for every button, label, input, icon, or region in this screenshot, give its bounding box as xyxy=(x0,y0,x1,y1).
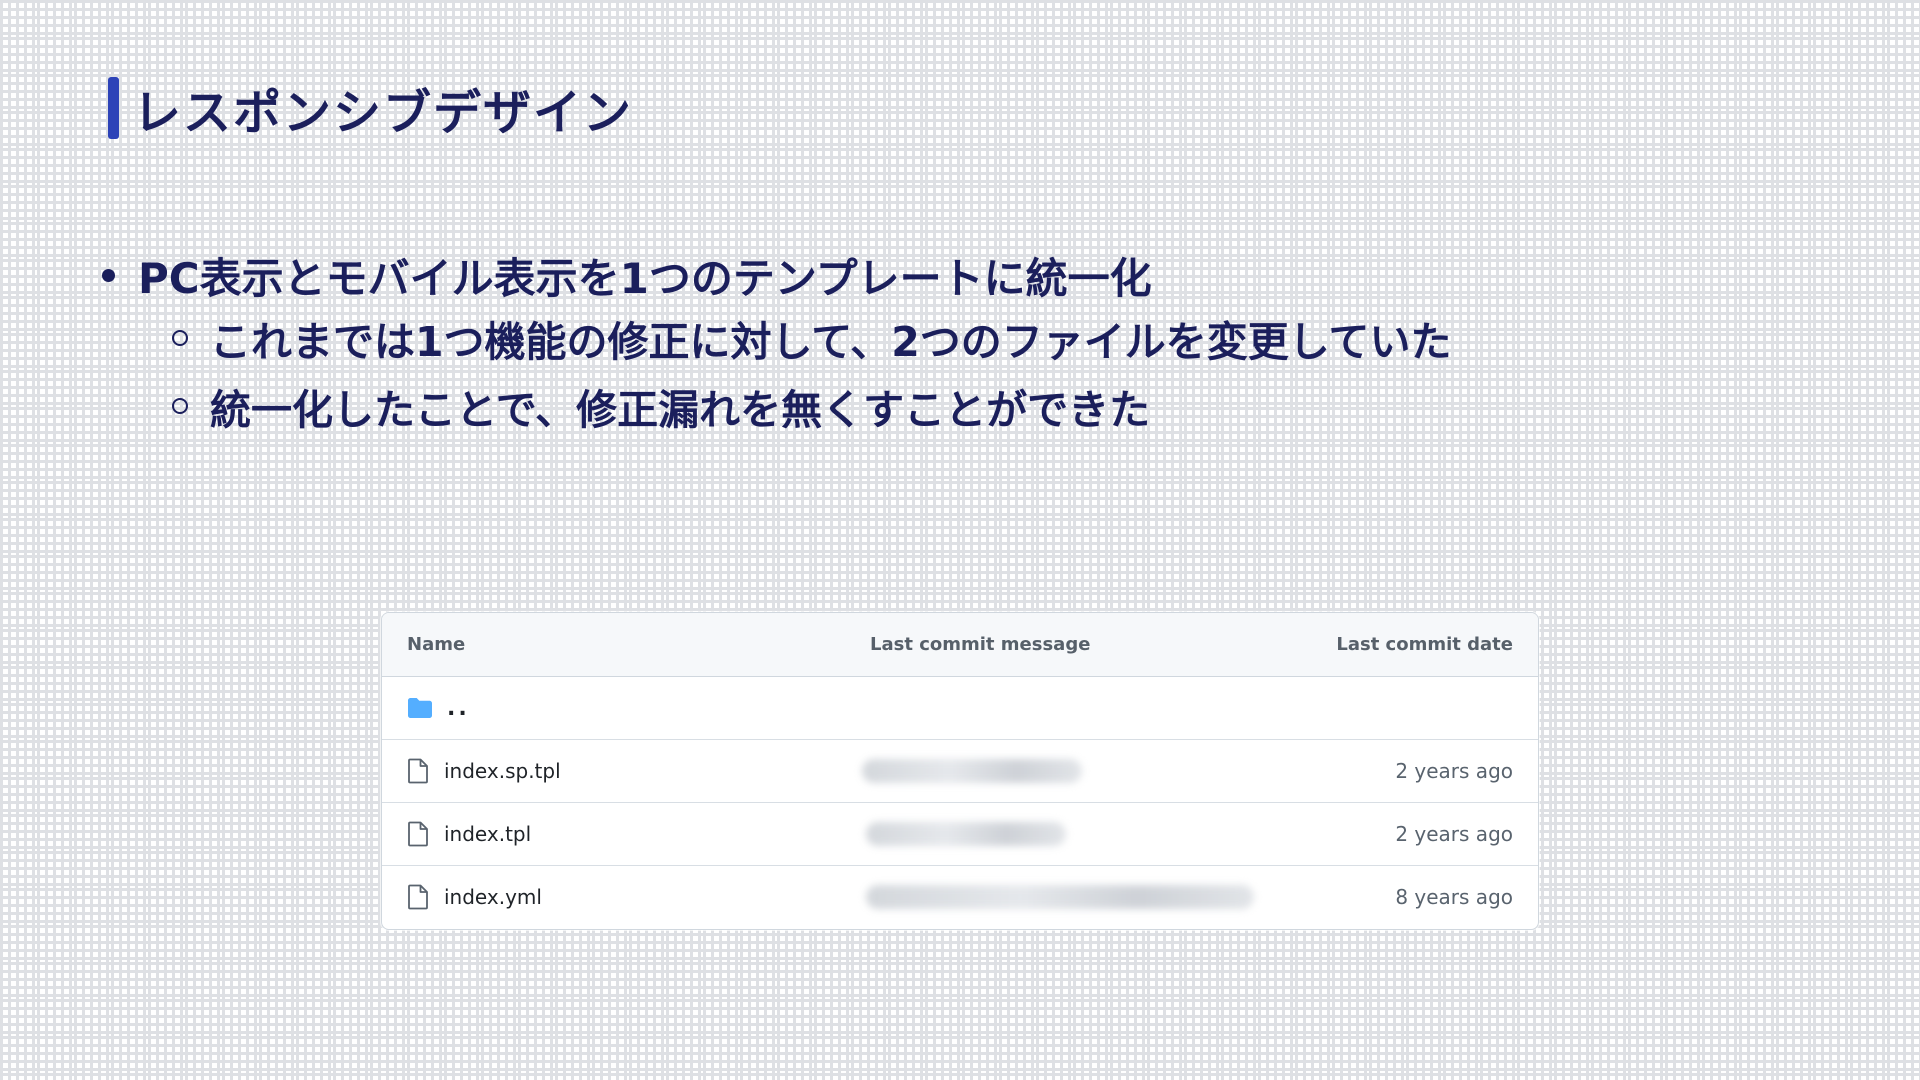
commit-message-redacted xyxy=(866,885,1254,909)
commit-message-redacted xyxy=(866,822,1066,846)
title-accent-bar xyxy=(108,77,119,139)
file-icon xyxy=(408,821,428,847)
file-icon xyxy=(408,758,428,784)
commit-date: 8 years ago xyxy=(1395,885,1513,909)
file-name-link[interactable]: index.yml xyxy=(444,885,542,909)
sub-bullet-ring xyxy=(172,398,188,414)
sub-bullet-ring xyxy=(172,330,188,346)
table-header: Name Last commit message Last commit dat… xyxy=(382,613,1538,677)
commit-message-redacted xyxy=(862,759,1082,783)
page-title: レスポンシブデザイン xyxy=(133,85,634,141)
column-header-date[interactable]: Last commit date xyxy=(1336,634,1513,655)
folder-icon xyxy=(408,698,432,718)
parent-directory-label: .. xyxy=(447,695,470,721)
commit-date: 2 years ago xyxy=(1395,822,1513,846)
file-name-cell: index.sp.tpl xyxy=(407,758,561,784)
column-header-message[interactable]: Last commit message xyxy=(870,634,1090,655)
sub-bullet-text: これまでは1つ機能の修正に対して、2つのファイルを変更していた xyxy=(210,318,1452,366)
file-name-cell: index.tpl xyxy=(407,821,531,847)
slide-title: レスポンシブデザイン xyxy=(108,76,634,141)
bullet-item: PC表示とモバイル表示を1つのテンプレートに統一化 xyxy=(100,246,1452,304)
commit-date: 2 years ago xyxy=(1395,759,1513,783)
file-table: Name Last commit message Last commit dat… xyxy=(381,612,1539,930)
sub-bullet-item: 統一化したことで、修正漏れを無くすことができた xyxy=(172,372,1452,440)
parent-directory-row[interactable]: .. xyxy=(382,677,1538,740)
sub-bullet-item: これまでは1つ機能の修正に対して、2つのファイルを変更していた xyxy=(172,304,1452,372)
column-header-name[interactable]: Name xyxy=(407,634,465,655)
file-name-link[interactable]: index.sp.tpl xyxy=(444,759,561,783)
file-icon xyxy=(408,884,428,910)
table-row[interactable]: index.sp.tpl 2 years ago xyxy=(382,740,1538,803)
table-row[interactable]: index.yml 8 years ago xyxy=(382,866,1538,928)
table-row[interactable]: index.tpl 2 years ago xyxy=(382,803,1538,866)
file-name-link[interactable]: index.tpl xyxy=(444,822,531,846)
bullet-list: PC表示とモバイル表示を1つのテンプレートに統一化 これまでは1つ機能の修正に対… xyxy=(100,246,1452,440)
bullet-dot xyxy=(102,268,115,282)
parent-directory-link[interactable]: .. xyxy=(407,696,470,721)
file-name-cell: index.yml xyxy=(407,884,542,910)
sub-bullet-text: 統一化したことで、修正漏れを無くすことができた xyxy=(210,386,1151,434)
bullet-text: PC表示とモバイル表示を1つのテンプレートに統一化 xyxy=(138,253,1152,303)
